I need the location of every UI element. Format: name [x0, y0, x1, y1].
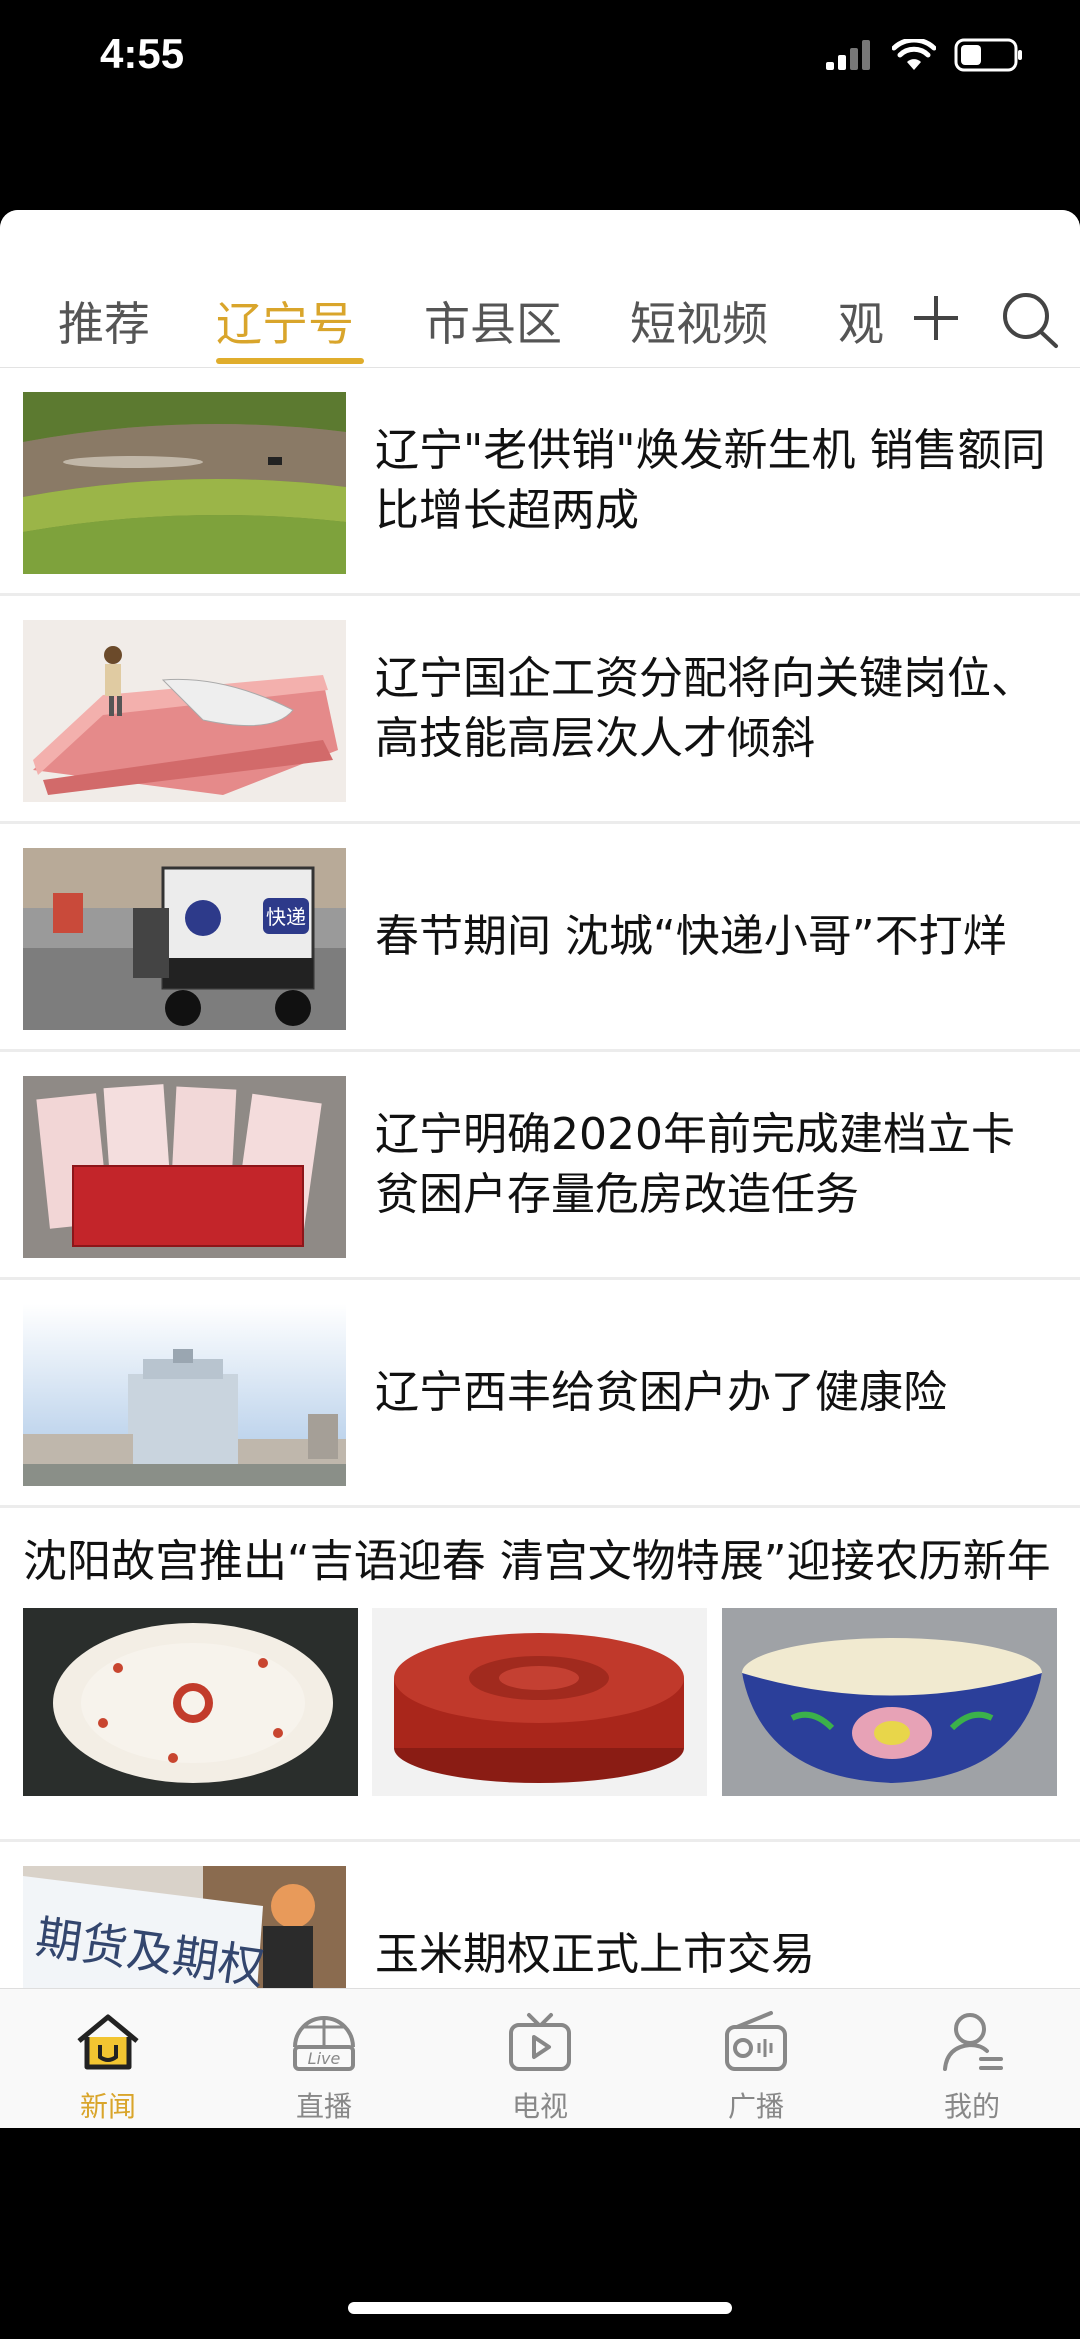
bottom-nav: 新闻 Live 直播 电视 广播 我的 [0, 1988, 1080, 2128]
tab-liaoning-account[interactable]: 辽宁号 [216, 288, 354, 354]
news-title: 春节期间 沈城“快递小哥”不打烊 [375, 910, 1007, 962]
news-item[interactable]: 快递 春节期间 沈城“快递小哥”不打烊 [0, 824, 1080, 1052]
news-item[interactable]: 辽宁"老供销"焕发新生机 销售额同比增长超两成 [0, 368, 1080, 596]
news-item[interactable]: 辽宁西丰给贫困户办了健康险 [0, 1280, 1080, 1508]
gallery-image-bowl [722, 1608, 1057, 1796]
news-title: 辽宁明确2020年前完成建档立卡贫困户存量危房改造任务 [375, 1108, 1015, 1220]
courier-sign-text: 快递 [266, 905, 306, 929]
home-indicator [348, 2302, 732, 2314]
nav-label: 我的 [943, 2090, 1000, 2123]
active-tab-underline [216, 358, 364, 364]
profile-icon [943, 2013, 1003, 2071]
add-channel-icon[interactable] [910, 292, 962, 344]
nav-item-tv[interactable]: 电视 [432, 1989, 648, 2128]
home-icon [77, 2014, 139, 2070]
news-thumbnail [23, 620, 346, 802]
tab-recommended[interactable]: 推荐 [58, 288, 150, 354]
news-title: 辽宁西丰给贫困户办了健康险 [375, 1366, 947, 1418]
news-thumbnail [23, 1304, 346, 1486]
status-bar: 4:55 [0, 0, 1080, 120]
nav-item-live[interactable]: Live 直播 [216, 1989, 432, 2128]
nav-item-profile[interactable]: 我的 [864, 1989, 1080, 2128]
nav-item-radio[interactable]: 广播 [648, 1989, 864, 2128]
nav-label: 新闻 [79, 2090, 136, 2123]
battery-icon [954, 38, 1022, 72]
search-icon[interactable] [1000, 290, 1060, 350]
live-badge-text: Live [308, 2049, 341, 2068]
wifi-icon [892, 39, 936, 70]
tab-fade [880, 280, 910, 350]
radio-icon [725, 2011, 787, 2071]
news-feed: 辽宁"老供销"焕发新生机 销售额同比增长超两成 辽宁国企工资分配将向关键岗位、高… [0, 368, 1080, 2070]
gallery-news-title: 沈阳故宫推出“吉语迎春 清宫文物特展”迎接农历新年 [23, 1536, 1051, 1587]
status-icons [826, 38, 1024, 72]
live-icon: Live [293, 2016, 355, 2071]
tab-short-video[interactable]: 短视频 [630, 288, 768, 354]
news-title: 玉米期权正式上市交易 [375, 1928, 815, 1980]
tv-icon [509, 2013, 571, 2071]
signal-icon [826, 40, 870, 70]
gallery-image-plate [23, 1608, 358, 1796]
nav-label: 广播 [727, 2090, 784, 2123]
news-thumbnail: 快递 [23, 848, 346, 1030]
news-title: 辽宁"老供销"焕发新生机 销售额同比增长超两成 [375, 424, 1046, 536]
nav-label: 直播 [295, 2090, 352, 2123]
gallery-image-lacquer-box [372, 1608, 707, 1796]
app-window: 推荐 辽宁号 市县区 短视频 观 辽宁"老供销"焕发新生机 销售额同比增长超两成… [0, 210, 1080, 2128]
tab-city-county[interactable]: 市县区 [424, 288, 562, 354]
nav-item-news[interactable]: 新闻 [0, 1989, 216, 2128]
news-item[interactable]: 辽宁国企工资分配将向关键岗位、高技能高层次人才倾斜 [0, 596, 1080, 824]
news-item[interactable]: 辽宁明确2020年前完成建档立卡贫困户存量危房改造任务 [0, 1052, 1080, 1280]
channel-tabs: 推荐 辽宁号 市县区 短视频 观 [0, 210, 1080, 368]
news-title: 辽宁国企工资分配将向关键岗位、高技能高层次人才倾斜 [375, 652, 1035, 764]
nav-label: 电视 [511, 2090, 568, 2123]
news-thumbnail [23, 392, 346, 574]
news-thumbnail [23, 1076, 346, 1258]
gallery-news-item[interactable]: 沈阳故宫推出“吉语迎春 清宫文物特展”迎接农历新年 [0, 1508, 1080, 1842]
status-time: 4:55 [100, 30, 185, 77]
